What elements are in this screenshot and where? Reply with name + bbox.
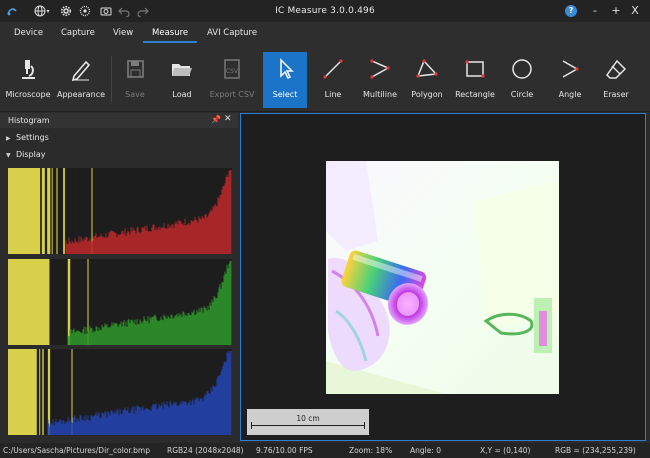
angle-button[interactable]: Angle — [555, 52, 585, 108]
rectangle-icon — [465, 60, 485, 78]
tab-view[interactable]: View — [113, 28, 133, 38]
panel-title: Histogram — [8, 116, 50, 125]
eraser-button[interactable]: Eraser — [600, 52, 632, 108]
scale-bar-tick-right — [364, 422, 365, 429]
select-button[interactable]: Select — [263, 52, 307, 108]
circle-label: Circle — [510, 90, 534, 99]
tab-measure[interactable]: Measure — [152, 28, 188, 38]
scale-bar[interactable]: 10 cm — [247, 409, 369, 435]
polygon-button[interactable]: Polygon — [410, 52, 444, 108]
scale-bar-line — [251, 425, 365, 426]
status-rgb: RGB = (234,255,239) — [555, 446, 636, 455]
status-coordinates: X,Y = (0,140) — [480, 446, 531, 455]
line-label: Line — [324, 90, 342, 99]
close-icon[interactable]: ✕ — [224, 114, 232, 124]
display-toggle[interactable]: ▼ Display — [6, 150, 46, 159]
multiline-button[interactable]: Multiline — [361, 52, 399, 108]
csv-icon: CSV — [224, 59, 240, 79]
histogram-blue — [8, 349, 232, 435]
status-angle: Angle: 0 — [410, 446, 442, 455]
scale-bar-label: 10 cm — [296, 414, 320, 423]
cursor-icon — [280, 58, 294, 80]
pencil-icon — [71, 60, 91, 82]
export-csv-button[interactable]: CSV Export CSV — [208, 52, 256, 108]
pin-icon[interactable]: 📌 — [211, 115, 221, 124]
panel-header: Histogram 📌 ✕ — [0, 113, 238, 128]
histogram-blue-plot — [8, 349, 232, 435]
save-label: Save — [125, 90, 145, 99]
line-button[interactable]: Line — [317, 52, 349, 108]
microscope-label: Microscope — [5, 90, 51, 99]
tab-device[interactable]: Device — [14, 28, 43, 38]
display-label: Display — [16, 150, 46, 159]
histogram-green — [8, 259, 232, 345]
tab-avi-capture[interactable]: AVI Capture — [207, 28, 257, 38]
menu-bar: Device Capture View Measure AVI Capture — [0, 22, 650, 44]
microscope-icon — [22, 60, 35, 79]
appearance-button[interactable]: Appearance — [56, 52, 106, 108]
image-content — [326, 161, 559, 394]
active-tab-indicator — [143, 41, 197, 43]
polygon-label: Polygon — [411, 90, 443, 99]
chevron-down-icon: ▼ — [6, 152, 11, 159]
save-icon — [127, 60, 144, 78]
settings-label: Settings — [16, 133, 49, 142]
rectangle-label: Rectangle — [455, 90, 495, 99]
image-viewer[interactable]: 10 cm — [240, 113, 646, 441]
histogram-red — [8, 168, 232, 254]
line-icon — [323, 59, 343, 79]
histogram-panel: Histogram 📌 ✕ ▶ Settings ▼ Display — [0, 113, 238, 441]
ribbon-toolbar: Microscope Appearance Save Load CSV Expo… — [0, 44, 650, 112]
scale-bar-tick-left — [251, 422, 252, 429]
folder-open-icon — [172, 64, 192, 76]
polygon-icon — [416, 59, 438, 78]
export-csv-label: Export CSV — [209, 90, 255, 99]
status-file-path: C:/Users/Sascha/Pictures/Dir_color.bmp — [3, 446, 150, 455]
histogram-green-plot — [8, 259, 232, 345]
load-button[interactable]: Load — [164, 52, 200, 108]
save-button[interactable]: Save — [120, 52, 150, 108]
maximize-button[interactable]: + — [608, 3, 624, 19]
microscope-button[interactable]: Microscope — [5, 52, 51, 108]
angle-icon — [562, 60, 579, 78]
chevron-right-icon: ▶ — [6, 135, 11, 142]
toolbar-separator — [111, 56, 112, 102]
window-title: IC Measure 3.0.0.496 — [275, 6, 375, 16]
eraser-icon — [606, 59, 627, 79]
status-bar: C:/Users/Sascha/Pictures/Dir_color.bmp R… — [0, 443, 650, 458]
help-icon[interactable]: ? — [565, 5, 577, 17]
appearance-label: Appearance — [56, 90, 106, 99]
tab-capture[interactable]: Capture — [61, 28, 95, 38]
settings-toggle[interactable]: ▶ Settings — [6, 133, 49, 142]
live-image[interactable] — [326, 161, 559, 394]
load-label: Load — [172, 90, 192, 99]
select-label: Select — [272, 90, 298, 99]
status-fps: 9.76/10.00 FPS — [256, 446, 313, 455]
angle-label: Angle — [558, 90, 582, 99]
circle-icon — [512, 59, 532, 79]
histogram-red-plot — [8, 168, 232, 254]
minimize-button[interactable]: - — [587, 3, 603, 19]
close-button[interactable]: X — [627, 3, 643, 19]
multiline-label: Multiline — [363, 90, 397, 99]
circle-button[interactable]: Circle — [507, 52, 537, 108]
eraser-label: Eraser — [603, 90, 629, 99]
svg-text:CSV: CSV — [226, 68, 239, 75]
title-bar: ▾ IC Measure 3.0.0.496 ? - + X — [0, 0, 650, 22]
status-format: RGB24 (2048x2048) — [167, 446, 244, 455]
multiline-icon — [370, 59, 390, 79]
rectangle-button[interactable]: Rectangle — [455, 52, 495, 108]
status-zoom: Zoom: 18% — [349, 446, 393, 455]
